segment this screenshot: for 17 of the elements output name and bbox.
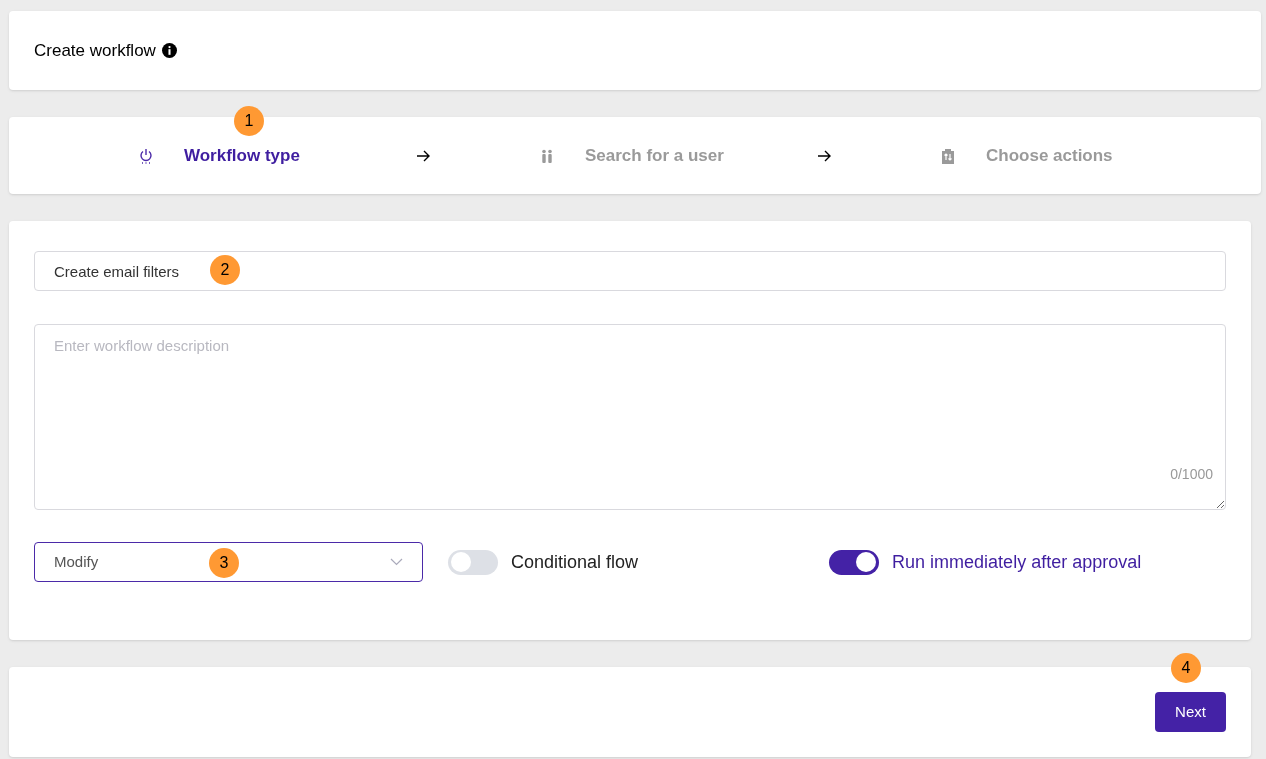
step-tab[interactable]: Workflow type — [139, 142, 417, 169]
toggle-label: Run immediately after approval — [892, 550, 1142, 574]
info-icon — [161, 43, 177, 58]
clipboard-icon — [941, 147, 955, 164]
arrow-right-icon — [818, 149, 831, 162]
step-number-badge: 1 — [234, 106, 264, 136]
next-button[interactable]: Next — [1155, 692, 1226, 732]
power-icon — [139, 147, 153, 164]
page-title: Create workflow — [34, 39, 156, 62]
toggle-switch[interactable] — [829, 549, 880, 575]
character-counter: 0/1000 — [1170, 465, 1213, 484]
chevron-down-icon — [390, 558, 403, 566]
toggle-label: Conditional flow — [511, 550, 639, 574]
toggle-switch[interactable] — [448, 549, 498, 575]
people-icon — [540, 148, 554, 163]
step-number-badge: 4 — [1171, 653, 1201, 683]
arrow-right-icon — [417, 149, 430, 162]
